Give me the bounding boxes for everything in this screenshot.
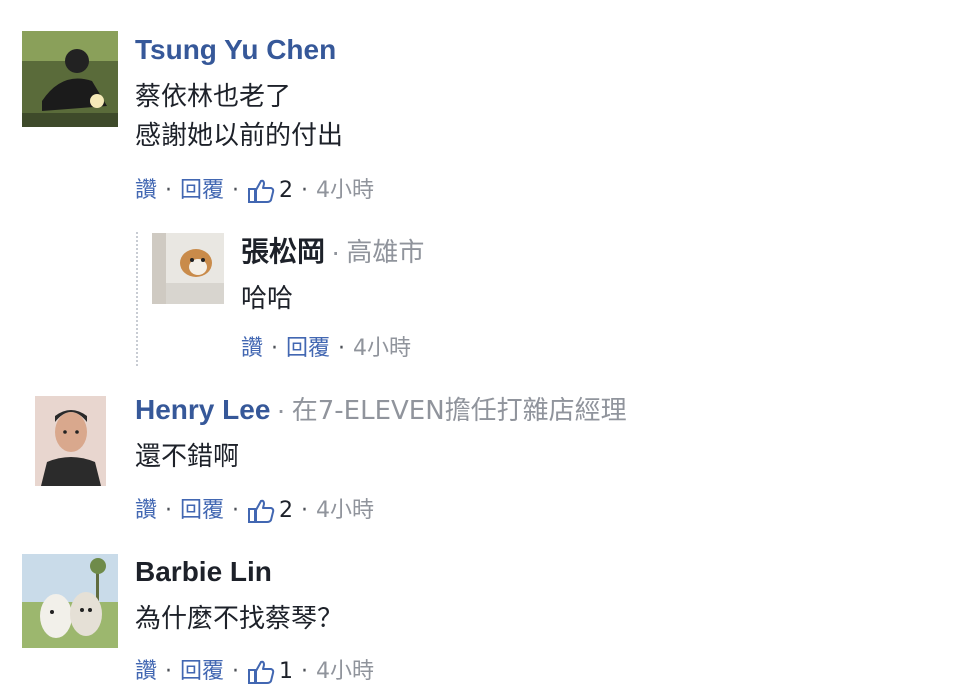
author-name[interactable]: Barbie Lin	[135, 556, 272, 587]
comment-author-line: Henry Lee · 在7-ELEVEN擔任打雜店經理	[135, 393, 627, 428]
author-location: 高雄市	[346, 238, 425, 268]
thumbs-up-icon[interactable]	[247, 659, 275, 685]
timestamp[interactable]: 4小時	[316, 176, 374, 206]
comment-text-line: 感謝她以前的付出	[135, 121, 344, 151]
separator-dot: ·	[232, 659, 240, 684]
comment-actions: 讚 · 回覆 · 2 · 4小時	[135, 176, 374, 206]
like-count[interactable]: 2	[279, 496, 293, 526]
reply-link[interactable]: 回覆	[180, 496, 224, 526]
separator-dot: ·	[165, 498, 173, 523]
separator-dot: ·	[165, 659, 173, 684]
avatar-image	[152, 233, 224, 304]
separator-dot: ·	[301, 178, 309, 203]
avatar-image	[35, 396, 106, 486]
avatar-zhang-song-gang[interactable]	[152, 233, 224, 304]
reply-link[interactable]: 回覆	[180, 657, 224, 687]
comment-author-line: Barbie Lin	[135, 555, 272, 589]
author-name[interactable]: Henry Lee	[135, 394, 270, 425]
separator-dot: ·	[338, 336, 346, 361]
timestamp[interactable]: 4小時	[353, 334, 411, 364]
reply-link[interactable]: 回覆	[180, 176, 224, 206]
author-workplace: 在7-ELEVEN擔任打雜店經理	[291, 396, 627, 426]
avatar-image	[22, 31, 118, 127]
comment-text-line: 蔡依林也老了	[135, 82, 292, 112]
reply-link[interactable]: 回覆	[286, 334, 330, 364]
like-count[interactable]: 2	[279, 176, 293, 206]
separator-dot: ·	[301, 659, 309, 684]
comment-actions: 讚 · 回覆 · 4小時	[241, 334, 411, 364]
separator-dot: ·	[276, 394, 286, 425]
separator-dot: ·	[301, 498, 309, 523]
thumbs-up-icon[interactable]	[247, 498, 275, 524]
like-count[interactable]: 1	[279, 657, 293, 687]
comment-author-line: Tsung Yu Chen	[135, 33, 336, 67]
author-name[interactable]: Tsung Yu Chen	[135, 34, 336, 65]
avatar-henry-lee[interactable]	[35, 396, 106, 486]
avatar-barbie-lin[interactable]	[22, 554, 118, 648]
timestamp[interactable]: 4小時	[316, 496, 374, 526]
comment-text-line: 還不錯啊	[135, 442, 240, 472]
comment-text-line: 哈哈	[241, 284, 294, 314]
author-name[interactable]: 張松岡	[241, 236, 325, 267]
like-link[interactable]: 讚	[135, 496, 157, 526]
like-link[interactable]: 讚	[135, 657, 157, 687]
thumbs-up-icon[interactable]	[247, 178, 275, 204]
avatar-image	[22, 554, 118, 648]
separator-dot: ·	[165, 178, 173, 203]
timestamp[interactable]: 4小時	[316, 657, 374, 687]
comment-author-line: 張松岡 · 高雄市	[241, 235, 424, 270]
comment-text-line: 為什麼不找蔡琴？	[135, 604, 344, 634]
separator-dot: ·	[331, 236, 341, 267]
comment-actions: 讚 · 回覆 · 2 · 4小時	[135, 496, 374, 526]
separator-dot: ·	[232, 498, 240, 523]
reply-thread-line	[136, 232, 138, 366]
comment-actions: 讚 · 回覆 · 1 · 4小時	[135, 657, 374, 687]
like-link[interactable]: 讚	[241, 334, 263, 364]
separator-dot: ·	[271, 336, 279, 361]
like-link[interactable]: 讚	[135, 176, 157, 206]
separator-dot: ·	[232, 178, 240, 203]
avatar-tsung-yu-chen[interactable]	[22, 31, 118, 127]
